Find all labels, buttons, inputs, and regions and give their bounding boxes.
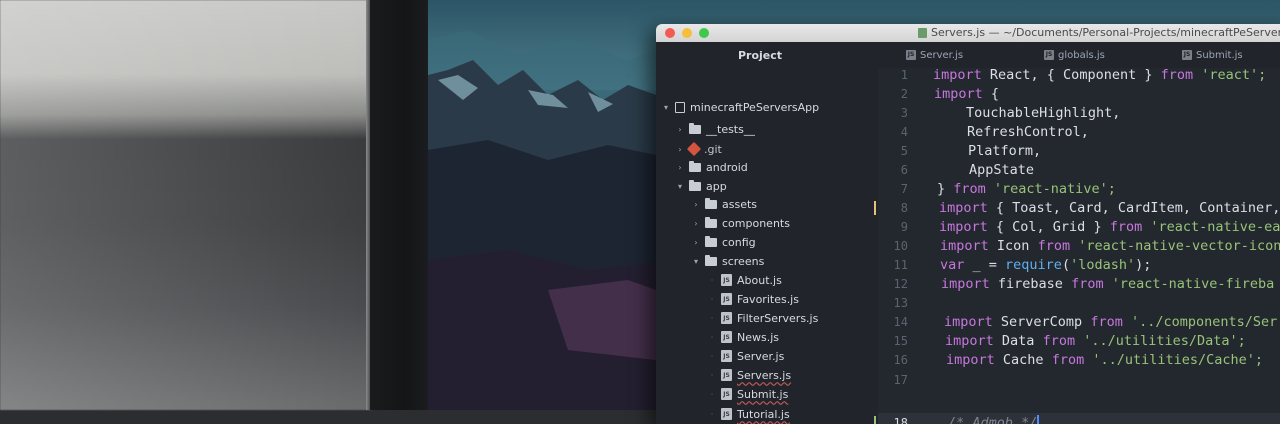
code-line: 11 var _ = require('lodash'); xyxy=(878,255,1280,274)
bullet-icon: · xyxy=(708,295,716,304)
tree-item-components[interactable]: › components xyxy=(692,214,790,232)
folder-icon xyxy=(689,163,701,172)
code-line: 14 import ServerComp from '../components… xyxy=(878,312,1280,331)
js-file-icon: JS xyxy=(721,350,732,362)
chevron-right-icon: › xyxy=(676,145,684,154)
window-controls xyxy=(665,28,709,38)
js-file-icon: JS xyxy=(721,293,732,305)
bullet-icon: · xyxy=(708,333,716,342)
tree-item-tests[interactable]: › __tests__ xyxy=(676,120,755,138)
chevron-right-icon: › xyxy=(692,200,700,209)
js-file-icon: JS xyxy=(721,312,732,324)
bullet-icon: · xyxy=(708,276,716,285)
window-title: Servers.js — ~/Documents/Personal-Projec… xyxy=(918,26,1280,39)
js-file-icon: JS xyxy=(721,388,732,400)
code-line: 10 import Icon from 'react-native-vector… xyxy=(878,236,1280,255)
minimize-button[interactable] xyxy=(682,28,692,38)
bullet-icon: · xyxy=(708,371,716,380)
js-file-icon: JS xyxy=(721,274,732,286)
chevron-down-icon: ▾ xyxy=(692,257,700,266)
code-line: 5 Platform, xyxy=(878,141,1280,160)
chevron-down-icon: ▾ xyxy=(662,103,670,112)
chevron-right-icon: › xyxy=(676,125,684,134)
blurred-background xyxy=(0,0,372,410)
tree-item-app[interactable]: ▾ app xyxy=(676,177,727,195)
tab-server-js[interactable]: JS Server.js xyxy=(906,50,1002,61)
tree-item-favorites[interactable]: · JS Favorites.js xyxy=(708,290,799,308)
chevron-right-icon: › xyxy=(692,219,700,228)
code-line-active: 18 /* Admob */ xyxy=(878,413,1280,424)
chevron-down-icon: ▾ xyxy=(676,182,684,191)
text-cursor xyxy=(1037,415,1039,424)
tree-item-servers[interactable]: · JS Servers.js xyxy=(708,366,791,384)
file-tree: ▾ minecraftPeServersApp › __tests__ › .g… xyxy=(656,68,879,424)
tree-item-assets[interactable]: › assets xyxy=(692,195,757,213)
bullet-icon: · xyxy=(708,314,716,323)
folder-icon xyxy=(689,125,701,134)
file-icon xyxy=(918,28,927,38)
bullet-icon: · xyxy=(708,390,716,399)
tree-item-about[interactable]: · JS About.js xyxy=(708,271,782,289)
code-line: 9 import { Col, Grid } from 'react-nativ… xyxy=(878,217,1280,236)
tab-submit-js[interactable]: JS Submit.js xyxy=(1182,50,1278,61)
code-line: 1 import React, { Component } from 'reac… xyxy=(878,65,1280,84)
bullet-icon: · xyxy=(708,352,716,361)
tree-item-filterservers[interactable]: · JS FilterServers.js xyxy=(708,309,818,327)
tree-item-news[interactable]: · JS News.js xyxy=(708,328,779,346)
code-line: 15 import Data from '../utilities/Data'; xyxy=(878,331,1280,350)
js-file-icon: JS xyxy=(1182,50,1192,60)
code-line: 12 import firebase from 'react-native-fi… xyxy=(878,274,1280,293)
tree-item-git[interactable]: › .git xyxy=(676,140,722,158)
folder-icon xyxy=(705,238,717,247)
folder-icon xyxy=(705,219,717,228)
code-line: 3 TouchableHighlight, xyxy=(878,103,1280,122)
editor-window: Servers.js — ~/Documents/Personal-Projec… xyxy=(656,24,1280,424)
folder-icon xyxy=(705,200,717,209)
tree-item-screens[interactable]: ▾ screens xyxy=(692,252,764,270)
chevron-right-icon: › xyxy=(692,238,700,247)
title-bar: Servers.js — ~/Documents/Personal-Projec… xyxy=(656,24,1280,42)
laptop-bezel xyxy=(370,0,428,410)
js-file-icon: JS xyxy=(906,50,916,60)
tree-item-submit[interactable]: · JS Submit.js xyxy=(708,385,788,403)
project-panel-title: Project xyxy=(656,49,864,62)
git-icon xyxy=(687,142,701,156)
code-line: 16 import Cache from '../utilities/Cache… xyxy=(878,350,1280,369)
js-file-icon: JS xyxy=(721,369,732,381)
code-line: 13 xyxy=(878,293,1280,312)
chevron-right-icon: › xyxy=(676,163,684,172)
code-line: 8 import { Toast, Card, CardItem, Contai… xyxy=(878,198,1280,217)
code-line: 6 AppState xyxy=(878,160,1280,179)
tree-item-server[interactable]: · JS Server.js xyxy=(708,347,784,365)
repo-icon xyxy=(675,102,685,113)
code-line: 17 xyxy=(878,370,1280,389)
tree-item-config[interactable]: › config xyxy=(692,233,756,251)
tree-item-android[interactable]: › android xyxy=(676,158,748,176)
js-file-icon: JS xyxy=(1044,50,1054,60)
code-line: 4 RefreshControl, xyxy=(878,122,1280,141)
folder-icon xyxy=(689,182,701,191)
js-file-icon: JS xyxy=(721,331,732,343)
git-added-marker xyxy=(874,416,876,424)
folder-icon xyxy=(705,257,717,266)
code-line: 7 } from 'react-native'; xyxy=(878,179,1280,198)
tree-root[interactable]: ▾ minecraftPeServersApp xyxy=(662,98,819,116)
code-line: 2 import { xyxy=(878,84,1280,103)
tree-item-tutorial[interactable]: · JS Tutorial.js xyxy=(708,405,790,423)
close-button[interactable] xyxy=(665,28,675,38)
maximize-button[interactable] xyxy=(699,28,709,38)
tab-globals-js[interactable]: JS globals.js xyxy=(1044,50,1140,61)
bullet-icon: · xyxy=(708,410,716,419)
git-modified-marker xyxy=(874,201,876,215)
code-editor[interactable]: 1 import React, { Component } from 'reac… xyxy=(878,68,1280,424)
